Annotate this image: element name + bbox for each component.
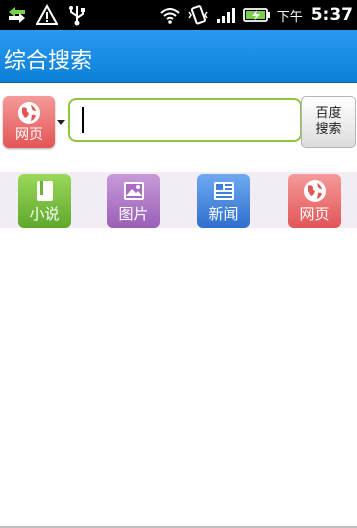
status-bar: 下午 5:37: [0, 0, 357, 30]
category-label: 图片: [118, 205, 149, 223]
search-engine-label: 网页: [15, 127, 43, 143]
usb-icon: [66, 4, 88, 26]
dropdown-caret-icon[interactable]: [57, 120, 65, 125]
category-label: 小说: [29, 205, 60, 223]
globe-icon: [303, 179, 327, 203]
category-label: 新闻: [208, 205, 239, 223]
category-bar: 小说 图片 新闻 网页: [0, 172, 357, 228]
status-time: 5:37: [310, 5, 353, 25]
globe-icon: [17, 101, 41, 125]
category-web[interactable]: 网页: [288, 174, 341, 228]
battery-charging-icon: [242, 4, 271, 26]
category-novel[interactable]: 小说: [18, 174, 71, 228]
warning-icon: [36, 4, 58, 26]
wifi-icon: [159, 4, 181, 26]
search-row: 网页 百度 搜索: [0, 94, 357, 150]
title-bar: 综合搜索: [0, 30, 357, 83]
news-icon: [212, 179, 236, 203]
category-label: 网页: [299, 205, 330, 223]
page-title: 综合搜索: [4, 49, 93, 74]
status-right-icons: 下午 5:37: [159, 4, 353, 26]
vibrate-icon: [187, 4, 209, 26]
search-button-label-line1: 百度: [315, 106, 342, 121]
status-left-icons: [6, 4, 88, 26]
text-cursor: [82, 107, 84, 133]
search-engine-selector[interactable]: 网页: [3, 96, 55, 148]
signal-icon: [215, 4, 237, 26]
search-input[interactable]: [68, 98, 302, 142]
search-button-label-line2: 搜索: [315, 122, 342, 137]
category-news[interactable]: 新闻: [197, 174, 250, 228]
usb-transfer-icon: [6, 4, 28, 26]
book-icon: [33, 179, 57, 203]
category-image[interactable]: 图片: [107, 174, 160, 228]
baidu-search-button[interactable]: 百度 搜索: [301, 96, 356, 148]
status-am-pm: 下午: [276, 9, 303, 25]
image-icon: [122, 179, 146, 203]
